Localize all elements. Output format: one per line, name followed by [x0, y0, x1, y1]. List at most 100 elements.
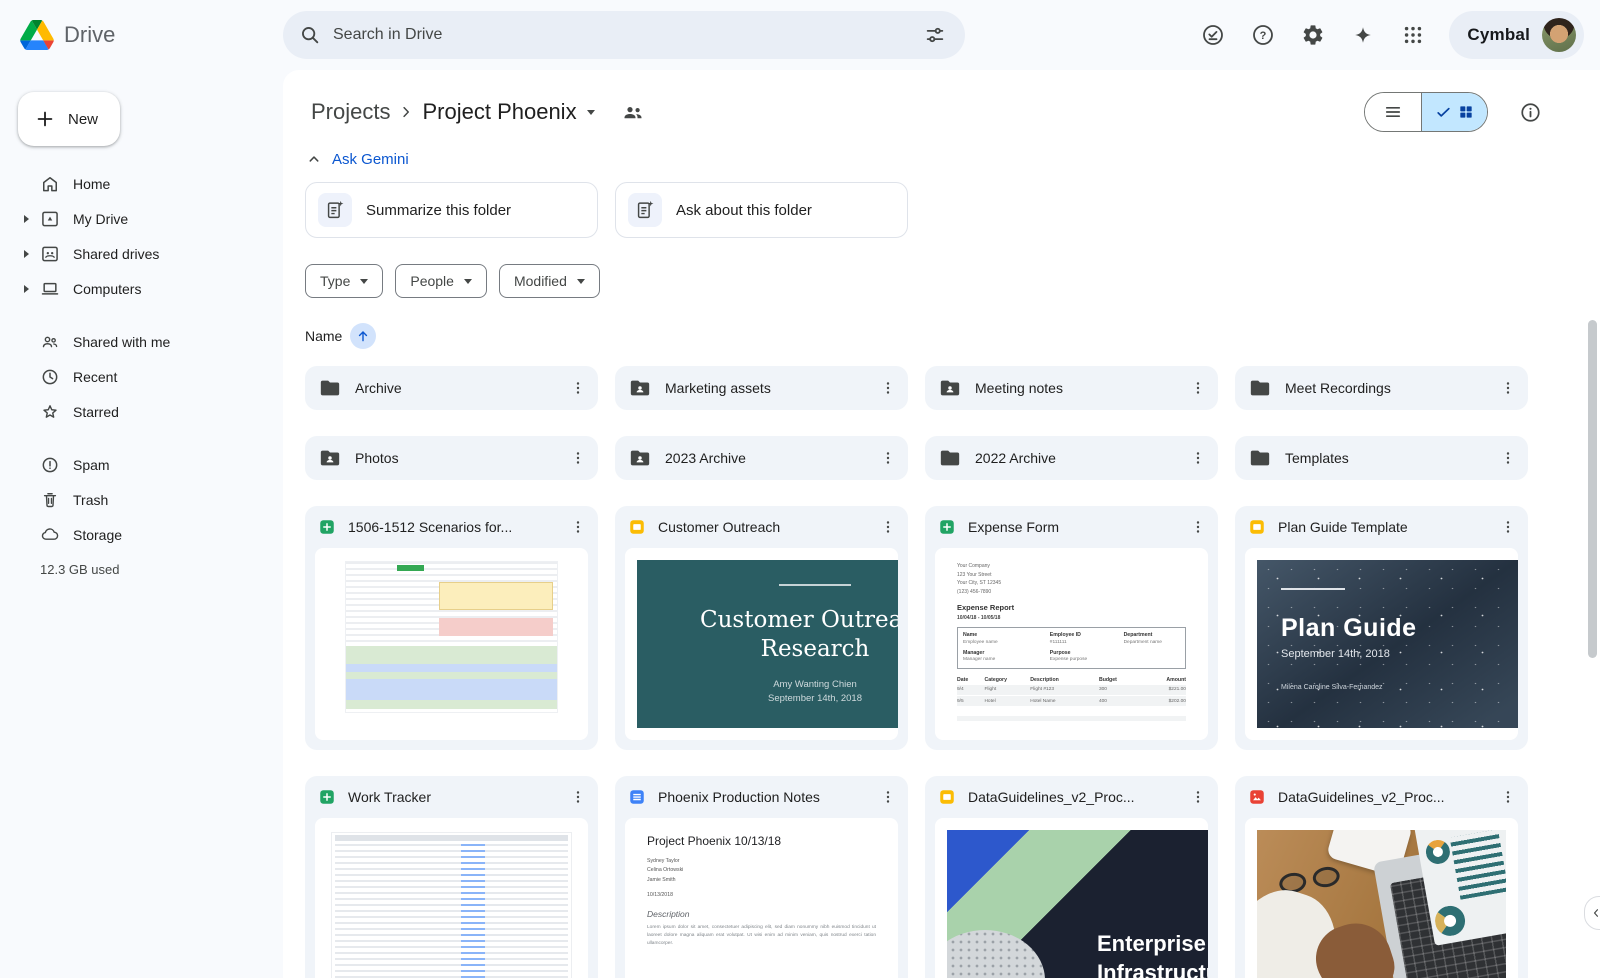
sidebar-item-starred[interactable]: Starred	[0, 394, 283, 429]
sort-header: Name	[305, 322, 1600, 350]
sidebar-item-computers[interactable]: Computers	[0, 271, 283, 306]
gemini-button[interactable]	[1341, 13, 1385, 57]
file-thumbnail: Your Company 123 Your Street Your City, …	[935, 548, 1208, 740]
more-options-button[interactable]	[562, 511, 594, 543]
tune-icon	[924, 24, 946, 46]
drive-logo[interactable]: Drive	[20, 20, 283, 50]
sidebar-item-shared-drives[interactable]: Shared drives	[0, 236, 283, 271]
folder-members-button[interactable]	[611, 90, 655, 134]
sidebar-item-home[interactable]: Home	[0, 166, 283, 201]
more-options-button[interactable]	[562, 781, 594, 813]
scrollbar[interactable]	[1588, 320, 1597, 658]
modified-filter-chip[interactable]: Modified	[499, 264, 600, 298]
expand-arrow-icon[interactable]	[24, 285, 40, 293]
more-options-button[interactable]	[1182, 442, 1214, 474]
gear-icon	[1301, 23, 1325, 47]
folder-icon	[1249, 377, 1271, 399]
more-options-button[interactable]	[562, 372, 594, 404]
people-filter-chip[interactable]: People	[395, 264, 487, 298]
help-button[interactable]: ?	[1241, 13, 1285, 57]
sidebar-item-trash[interactable]: Trash	[0, 482, 283, 517]
file-card-expense-form[interactable]: Expense Form Your Company 123 Your Stree…	[925, 506, 1218, 750]
more-options-button[interactable]	[1492, 781, 1524, 813]
more-options-button[interactable]	[872, 442, 904, 474]
sidebar-item-storage[interactable]: Storage	[0, 517, 283, 552]
gemini-collapse-button[interactable]	[305, 150, 323, 168]
new-button[interactable]: New	[18, 92, 120, 146]
folder-tile-archive[interactable]: Archive	[305, 366, 598, 410]
more-options-button[interactable]	[1492, 442, 1524, 474]
sheets-icon	[318, 788, 336, 806]
file-thumbnail: Project Phoenix 10/13/18 Sydney Taylor C…	[625, 818, 898, 978]
info-button[interactable]	[1508, 90, 1552, 134]
summarize-folder-button[interactable]: Summarize this folder	[305, 182, 598, 238]
file-card-header: Plan Guide Template	[1235, 506, 1528, 548]
sidebar-item-spam[interactable]: Spam	[0, 447, 283, 482]
file-card-dataguidelines-slides[interactable]: DataGuidelines_v2_Proc... Enterprise Inf…	[925, 776, 1218, 978]
folder-shared-icon	[319, 447, 341, 469]
kebab-icon	[1189, 788, 1207, 806]
file-card-work-tracker[interactable]: Work Tracker	[305, 776, 598, 978]
search-input[interactable]	[333, 26, 901, 44]
list-view-button[interactable]	[1365, 93, 1421, 131]
file-card-header: Phoenix Production Notes	[615, 776, 908, 818]
breadcrumb-current[interactable]: Project Phoenix	[416, 95, 600, 129]
offline-check-icon	[1201, 23, 1225, 47]
file-name: Plan Guide Template	[1278, 519, 1480, 535]
more-options-button[interactable]	[872, 511, 904, 543]
sidebar-item-recent[interactable]: Recent	[0, 359, 283, 394]
more-options-button[interactable]	[872, 781, 904, 813]
file-card-plan-guide[interactable]: Plan Guide Template Plan Guide September…	[1235, 506, 1528, 750]
file-card-phoenix-notes[interactable]: Phoenix Production Notes Project Phoenix…	[615, 776, 908, 978]
folder-tile-2023-archive[interactable]: 2023 Archive	[615, 436, 908, 480]
gemini-section-header: Ask Gemini	[305, 150, 1600, 168]
folder-tile-2022-archive[interactable]: 2022 Archive	[925, 436, 1218, 480]
folder-tile-photos[interactable]: Photos	[305, 436, 598, 480]
offline-status-button[interactable]	[1191, 13, 1235, 57]
gemini-section-label[interactable]: Ask Gemini	[332, 151, 409, 168]
kebab-icon	[879, 379, 897, 397]
more-options-button[interactable]	[1182, 781, 1214, 813]
more-options-button[interactable]	[1492, 372, 1524, 404]
ask-about-folder-button[interactable]: Ask about this folder	[615, 182, 908, 238]
shared-people-icon	[621, 100, 645, 124]
file-card-customer-outreach[interactable]: Customer Outreach Customer Outreach Rese…	[615, 506, 908, 750]
more-options-button[interactable]	[872, 372, 904, 404]
docs-icon	[628, 788, 646, 806]
apps-button[interactable]	[1391, 13, 1435, 57]
file-card-header: DataGuidelines_v2_Proc...	[925, 776, 1218, 818]
expand-arrow-icon[interactable]	[24, 215, 40, 223]
folder-tile-meet-recordings[interactable]: Meet Recordings	[1235, 366, 1528, 410]
search-options-button[interactable]	[913, 13, 957, 57]
folder-tile-marketing-assets[interactable]: Marketing assets	[615, 366, 908, 410]
file-card-scenarios[interactable]: 1506-1512 Scenarios for...	[305, 506, 598, 750]
slide-author: Milena Caroline Silva-Fernandez	[1281, 684, 1518, 691]
sort-by-name-label[interactable]: Name	[305, 328, 342, 344]
image-file-icon	[1248, 788, 1266, 806]
folder-tile-meeting-notes[interactable]: Meeting notes	[925, 366, 1218, 410]
grid-view-button[interactable]	[1421, 93, 1487, 131]
type-filter-chip[interactable]: Type	[305, 264, 383, 298]
page-header: Projects Project Phoenix	[305, 90, 1600, 134]
more-options-button[interactable]	[562, 442, 594, 474]
sort-direction-button[interactable]	[350, 323, 376, 349]
slides-icon	[1248, 518, 1266, 536]
sidebar-item-label: Shared drives	[73, 246, 159, 262]
file-card-dataguidelines-image[interactable]: DataGuidelines_v2_Proc...	[1235, 776, 1528, 978]
folder-name: 2022 Archive	[975, 450, 1168, 466]
settings-button[interactable]	[1291, 13, 1335, 57]
more-options-button[interactable]	[1492, 511, 1524, 543]
chip-label: People	[410, 273, 454, 289]
account-button[interactable]: Cymbal	[1449, 11, 1584, 59]
sidebar-item-shared-with-me[interactable]: Shared with me	[0, 324, 283, 359]
people-icon	[40, 332, 60, 352]
more-options-button[interactable]	[1182, 511, 1214, 543]
folder-tile-templates[interactable]: Templates	[1235, 436, 1528, 480]
more-options-button[interactable]	[1182, 372, 1214, 404]
cloud-icon	[40, 525, 60, 545]
search-bar[interactable]	[283, 11, 965, 59]
breadcrumb-parent[interactable]: Projects	[305, 95, 396, 129]
sidebar-item-my-drive[interactable]: My Drive	[0, 201, 283, 236]
expand-arrow-icon[interactable]	[24, 250, 40, 258]
page-title: Project Phoenix	[422, 99, 576, 125]
